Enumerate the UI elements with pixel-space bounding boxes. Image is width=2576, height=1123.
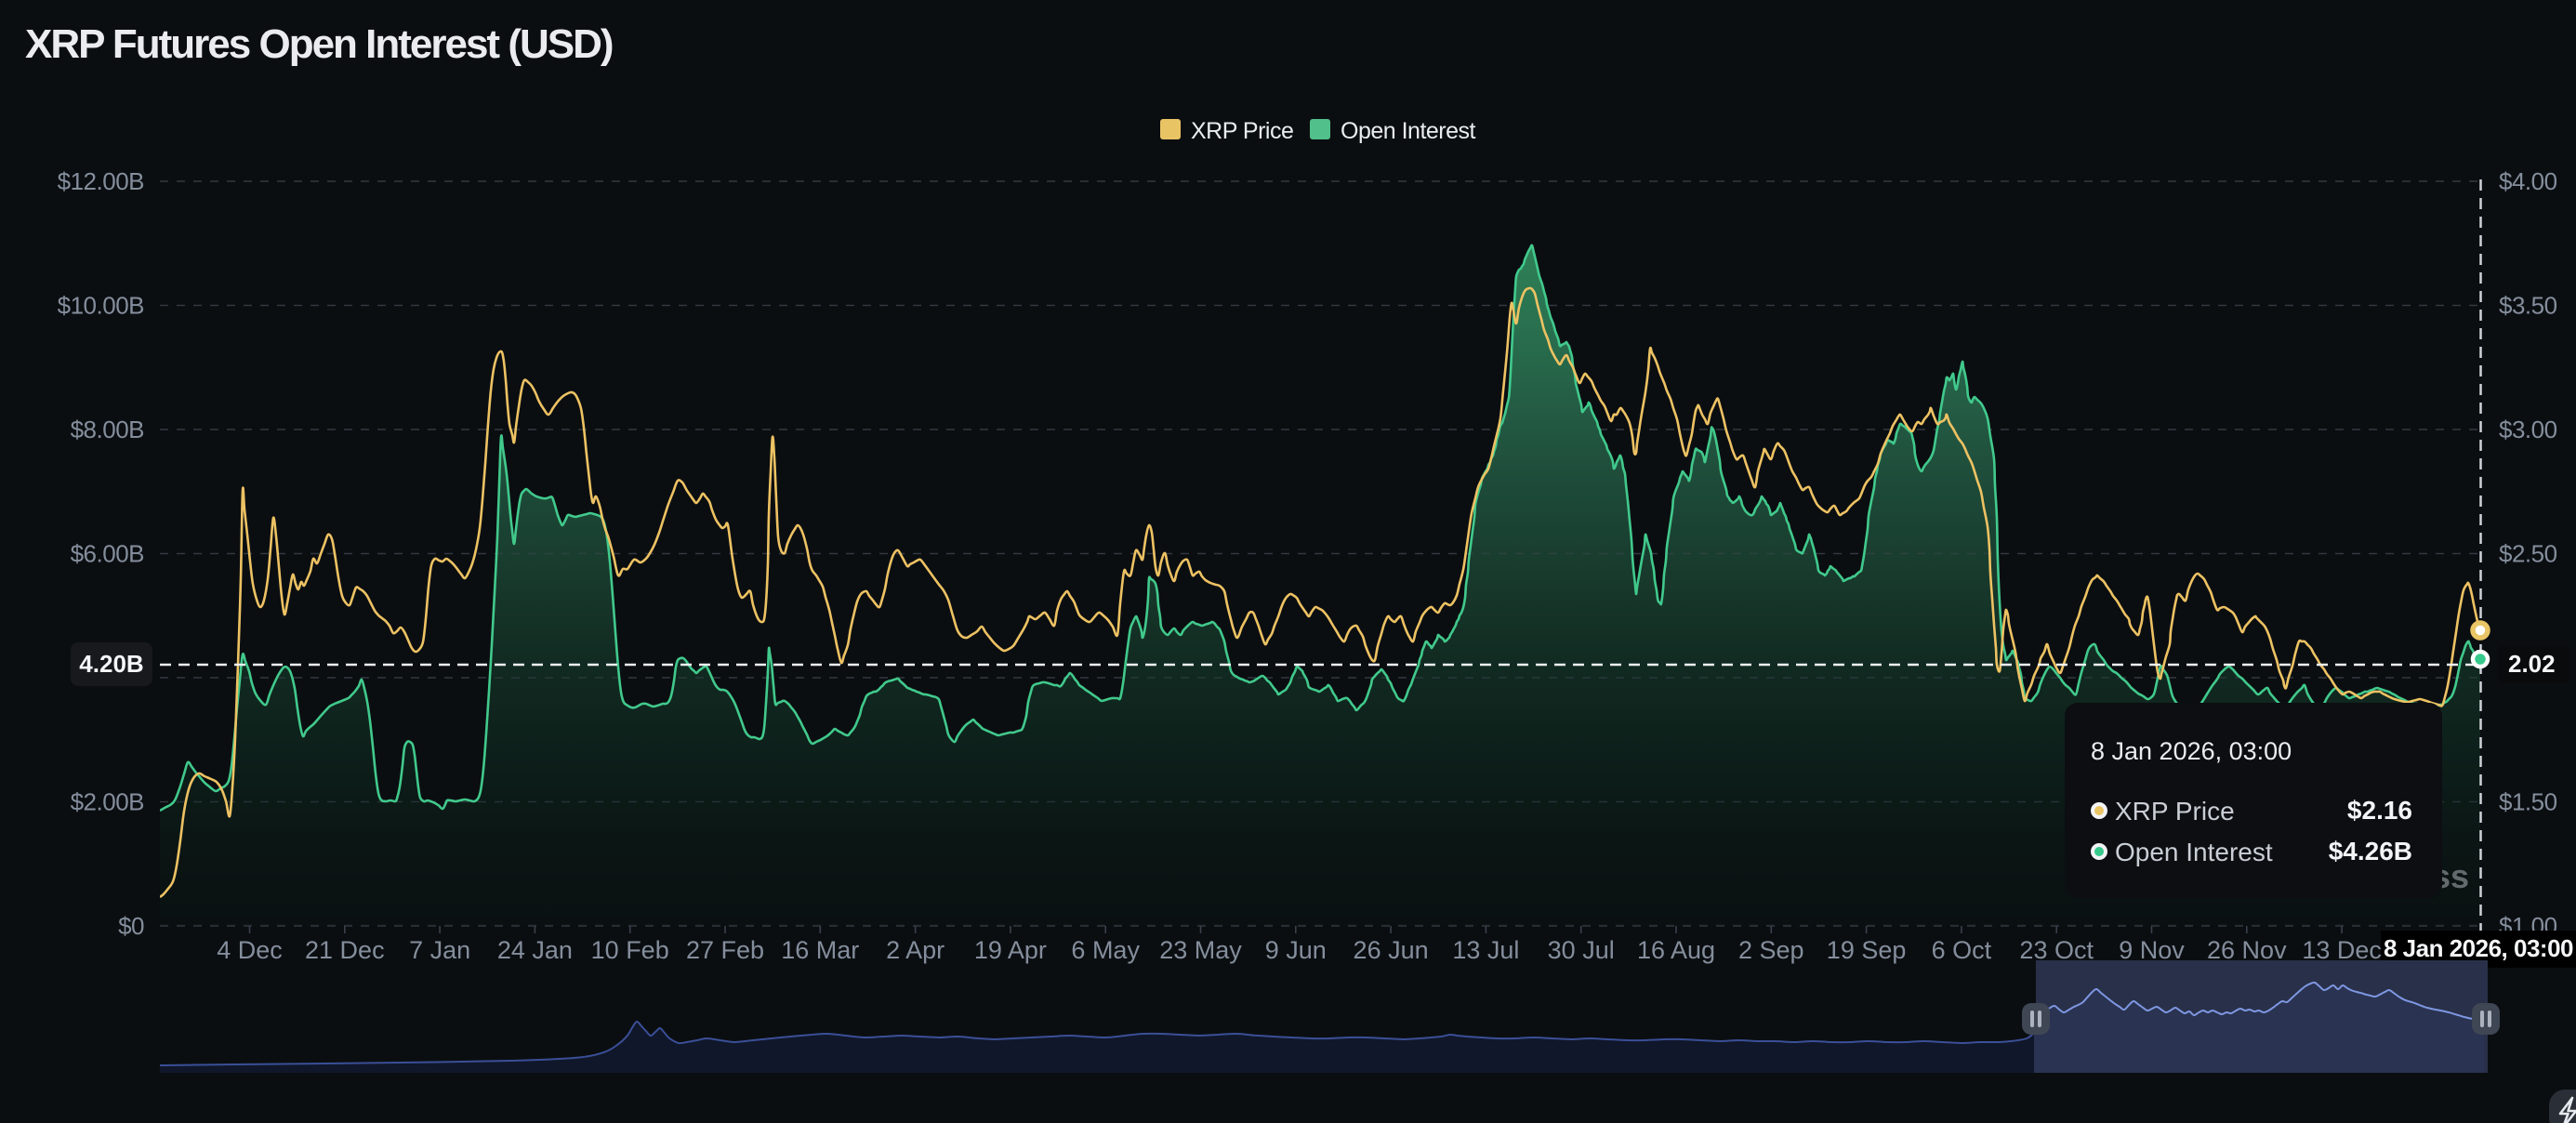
svg-text:24 Jan: 24 Jan: [497, 936, 573, 964]
svg-text:Open Interest: Open Interest: [2115, 838, 2273, 866]
svg-text:XRP Futures Open Interest (USD: XRP Futures Open Interest (USD): [25, 21, 613, 67]
svg-text:16 Aug: 16 Aug: [1637, 936, 1715, 964]
svg-text:13 Dec: 13 Dec: [2302, 936, 2382, 964]
svg-text:XRP Price: XRP Price: [2115, 797, 2235, 826]
svg-text:21 Dec: 21 Dec: [305, 936, 385, 964]
svg-text:$3.00: $3.00: [2499, 416, 2557, 443]
svg-text:30 Jul: 30 Jul: [1548, 936, 1615, 964]
svg-text:$4.00: $4.00: [2499, 167, 2557, 195]
svg-text:$0: $0: [118, 912, 144, 940]
svg-text:$4.26B: $4.26B: [2329, 837, 2412, 865]
svg-text:$2.16: $2.16: [2347, 796, 2412, 825]
svg-text:4 Dec: 4 Dec: [217, 936, 283, 964]
svg-text:$1.50: $1.50: [2499, 788, 2557, 816]
svg-text:$3.50: $3.50: [2499, 292, 2557, 320]
svg-text:9 Jun: 9 Jun: [1265, 936, 1327, 964]
svg-text:27 Feb: 27 Feb: [686, 936, 764, 964]
svg-text:10 Feb: 10 Feb: [591, 936, 669, 964]
svg-text:13 Jul: 13 Jul: [1452, 936, 1519, 964]
svg-text:XRP Price: XRP Price: [1191, 118, 1293, 144]
svg-text:$2.50: $2.50: [2499, 540, 2557, 568]
svg-text:2 Sep: 2 Sep: [1738, 936, 1804, 964]
svg-text:19 Sep: 19 Sep: [1827, 936, 1907, 964]
svg-text:6 May: 6 May: [1071, 936, 1140, 964]
svg-text:16 Mar: 16 Mar: [781, 936, 859, 964]
svg-text:8 Jan 2026, 03:00: 8 Jan 2026, 03:00: [2384, 934, 2573, 962]
svg-text:26 Jun: 26 Jun: [1354, 936, 1429, 964]
svg-text:2.02: 2.02: [2508, 650, 2556, 678]
svg-text:$6.00B: $6.00B: [71, 540, 144, 568]
svg-text:$2.00B: $2.00B: [71, 788, 144, 816]
svg-text:6 Oct: 6 Oct: [1932, 936, 1992, 964]
svg-text:23 May: 23 May: [1159, 936, 1242, 964]
svg-text:7 Jan: 7 Jan: [409, 936, 470, 964]
svg-text:$8.00B: $8.00B: [71, 416, 144, 443]
svg-text:2 Apr: 2 Apr: [886, 936, 945, 964]
svg-text:$12.00B: $12.00B: [58, 167, 144, 195]
svg-text:4.20B: 4.20B: [79, 650, 143, 678]
svg-text:26 Nov: 26 Nov: [2207, 936, 2287, 964]
svg-text:8 Jan 2026, 03:00: 8 Jan 2026, 03:00: [2091, 737, 2292, 765]
svg-text:9 Nov: 9 Nov: [2119, 936, 2185, 964]
svg-text:19 Apr: 19 Apr: [974, 936, 1047, 964]
svg-text:$10.00B: $10.00B: [58, 292, 144, 320]
svg-text:23 Oct: 23 Oct: [2019, 936, 2094, 964]
svg-text:Open Interest: Open Interest: [1341, 118, 1476, 144]
